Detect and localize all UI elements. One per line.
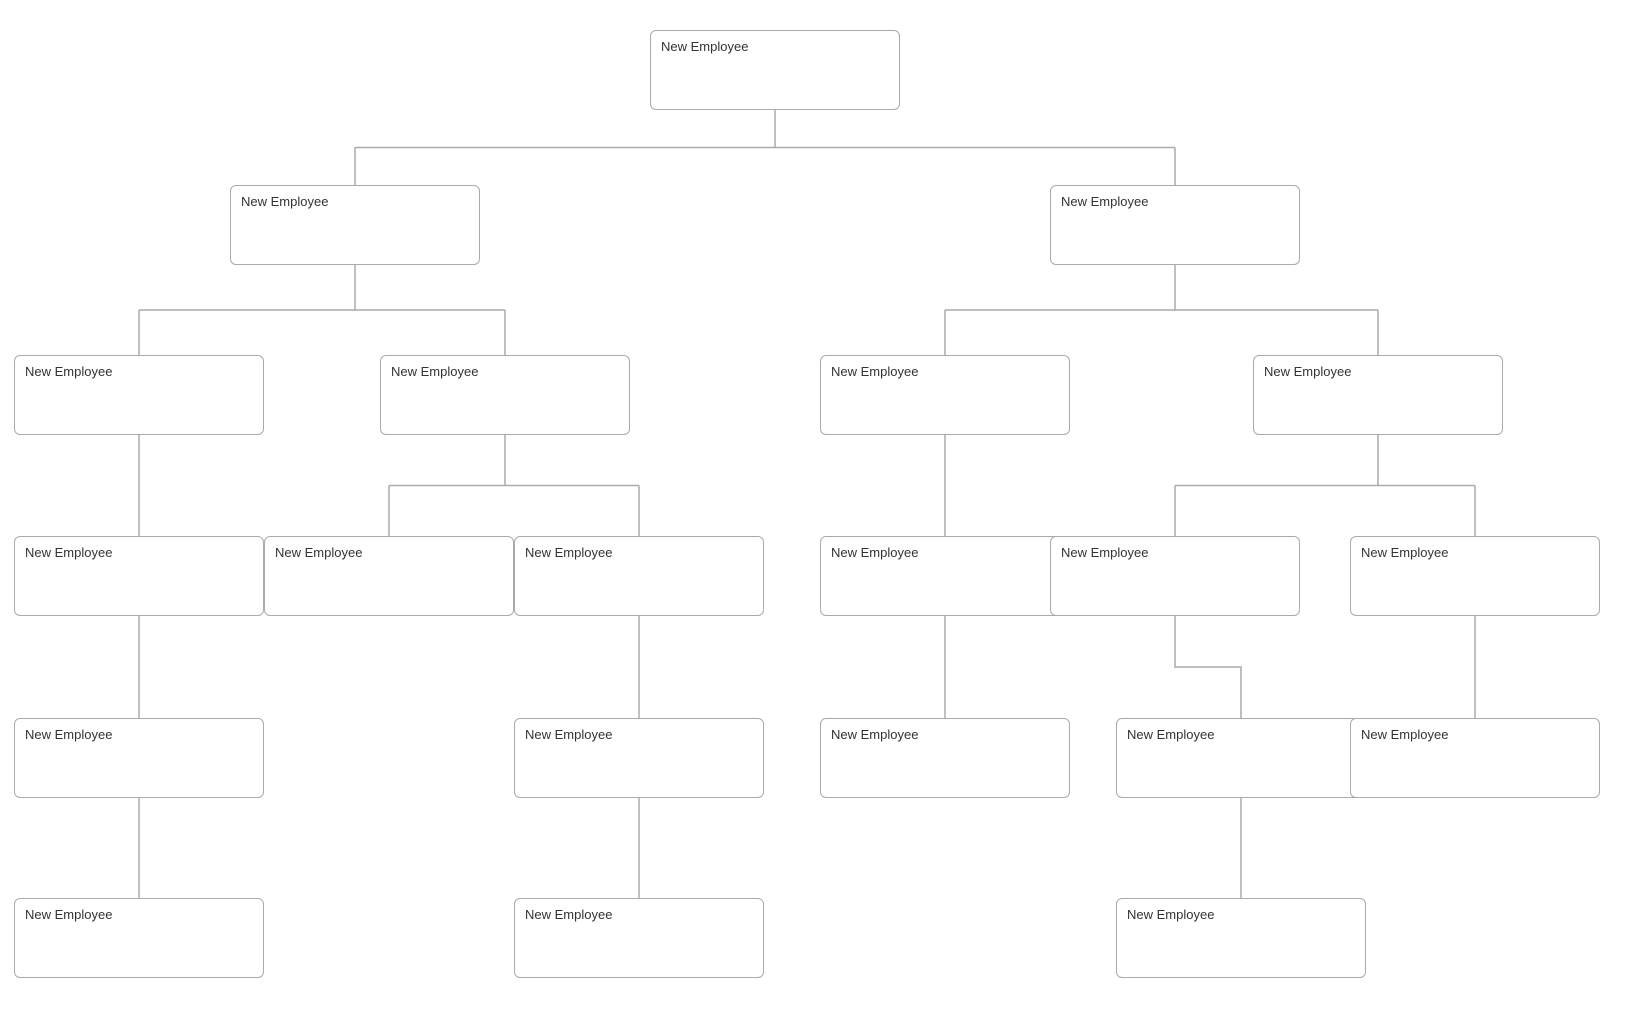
employee-node-l3b[interactable]: New Employee	[264, 536, 514, 616]
employee-node-root[interactable]: New Employee	[650, 30, 900, 110]
employee-node-l2b[interactable]: New Employee	[380, 355, 630, 435]
connectors-svg	[0, 0, 1647, 1018]
employee-node-l5a[interactable]: New Employee	[14, 898, 264, 978]
org-chart: New EmployeeNew EmployeeNew EmployeeNew …	[0, 0, 1647, 1018]
employee-node-l1b[interactable]: New Employee	[1050, 185, 1300, 265]
employee-node-l3a[interactable]: New Employee	[14, 536, 264, 616]
employee-node-l4c[interactable]: New Employee	[820, 718, 1070, 798]
employee-node-l4e[interactable]: New Employee	[1350, 718, 1600, 798]
employee-node-l5c[interactable]: New Employee	[1116, 898, 1366, 978]
employee-node-l2c[interactable]: New Employee	[820, 355, 1070, 435]
employee-node-l3d[interactable]: New Employee	[820, 536, 1070, 616]
employee-node-l3f[interactable]: New Employee	[1350, 536, 1600, 616]
employee-node-l4d[interactable]: New Employee	[1116, 718, 1366, 798]
employee-node-l2a[interactable]: New Employee	[14, 355, 264, 435]
employee-node-l1a[interactable]: New Employee	[230, 185, 480, 265]
employee-node-l4a[interactable]: New Employee	[14, 718, 264, 798]
employee-node-l5b[interactable]: New Employee	[514, 898, 764, 978]
employee-node-l2d[interactable]: New Employee	[1253, 355, 1503, 435]
employee-node-l4b[interactable]: New Employee	[514, 718, 764, 798]
employee-node-l3e[interactable]: New Employee	[1050, 536, 1300, 616]
employee-node-l3c[interactable]: New Employee	[514, 536, 764, 616]
